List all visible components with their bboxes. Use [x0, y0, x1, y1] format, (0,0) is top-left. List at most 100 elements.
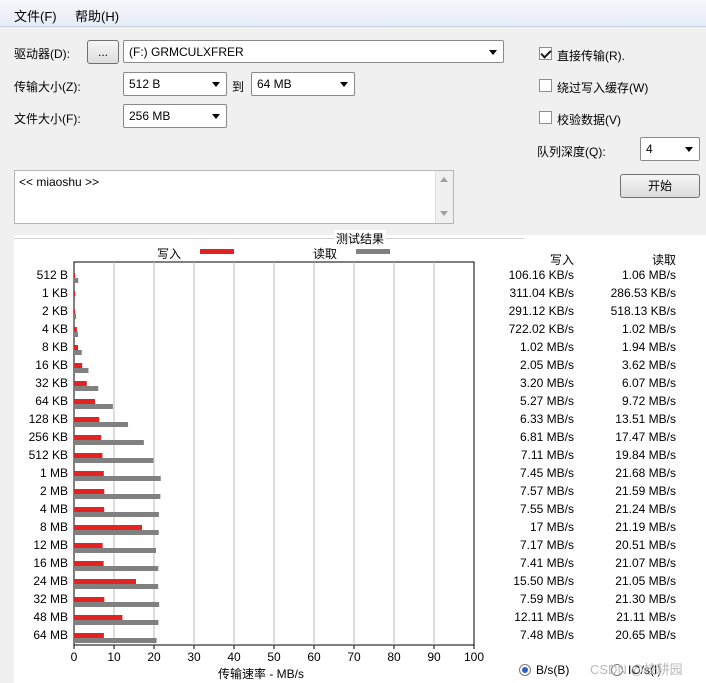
write-value: 12.11 MB/s — [514, 610, 574, 624]
watermark-text: CSDN @校耕园 — [590, 662, 683, 677]
write-bar — [74, 381, 87, 386]
x-tick-label: 50 — [267, 650, 281, 664]
write-bar — [74, 561, 104, 566]
x-tick-label: 80 — [387, 650, 401, 664]
write-value: 17 MB/s — [529, 520, 574, 534]
row-label: 2 MB — [39, 484, 68, 498]
write-value: 2.05 MB/s — [519, 358, 574, 372]
write-value: 7.41 MB/s — [519, 556, 574, 570]
read-value: 518.13 KB/s — [610, 304, 676, 318]
read-value: 21.11 MB/s — [616, 610, 676, 624]
read-bar — [74, 512, 159, 517]
row-label: 8 KB — [41, 340, 68, 354]
x-tick-label: 10 — [107, 650, 121, 664]
write-bar — [74, 327, 77, 332]
read-value: 13.51 MB/s — [615, 412, 676, 426]
write-bar — [74, 309, 76, 314]
write-value: 7.57 MB/s — [519, 484, 574, 498]
x-tick-label: 0 — [71, 650, 78, 664]
row-label: 64 KB — [35, 394, 68, 408]
read-bar — [74, 566, 159, 571]
read-bar — [74, 476, 161, 481]
read-bar — [74, 278, 79, 283]
write-value: 311.04 KB/s — [509, 286, 575, 300]
read-value: 21.07 MB/s — [615, 556, 676, 570]
row-label: 4 KB — [41, 322, 68, 336]
write-value: 3.20 MB/s — [519, 376, 574, 390]
read-bar — [74, 584, 159, 589]
row-label: 48 MB — [33, 610, 68, 624]
x-tick-label: 40 — [227, 650, 241, 664]
row-label: 4 MB — [39, 502, 68, 516]
row-label: 2 KB — [41, 304, 68, 318]
read-value: 21.19 MB/s — [615, 520, 676, 534]
read-value: 1.94 MB/s — [621, 340, 676, 354]
x-tick-label: 90 — [427, 650, 441, 664]
write-value: 7.11 MB/s — [520, 448, 574, 462]
read-bar — [74, 530, 159, 535]
write-bar — [74, 471, 104, 476]
write-bar — [74, 543, 103, 548]
read-value: 286.53 KB/s — [610, 286, 676, 300]
read-value: 21.05 MB/s — [615, 574, 676, 588]
x-tick-label: 70 — [347, 650, 361, 664]
read-bar — [74, 548, 157, 553]
write-value: 1.02 MB/s — [519, 340, 574, 354]
read-value: 1.02 MB/s — [621, 322, 676, 336]
write-bar — [74, 399, 96, 404]
write-bar — [74, 291, 76, 296]
read-value: 17.47 MB/s — [615, 430, 676, 444]
read-value: 21.30 MB/s — [615, 592, 676, 606]
read-value: 1.06 MB/s — [621, 268, 676, 282]
write-value: 722.02 KB/s — [508, 322, 574, 336]
write-bar — [74, 507, 105, 512]
x-axis-label: 传输速率 - MB/s — [218, 667, 304, 681]
row-label: 64 MB — [33, 628, 68, 642]
write-value: 15.50 MB/s — [513, 574, 574, 588]
row-label: 16 MB — [33, 556, 68, 570]
write-bar — [74, 597, 105, 602]
row-label: 32 MB — [33, 592, 68, 606]
row-label: 1 MB — [39, 466, 68, 480]
read-bar — [74, 458, 154, 463]
read-bar — [74, 602, 160, 607]
write-value: 106.16 KB/s — [508, 268, 574, 282]
read-bar — [74, 368, 89, 373]
x-tick-label: 20 — [147, 650, 161, 664]
row-label: 24 MB — [33, 574, 68, 588]
write-value: 6.81 MB/s — [519, 430, 574, 444]
read-value: 19.84 MB/s — [615, 448, 676, 462]
read-value: 9.72 MB/s — [621, 394, 676, 408]
row-label: 1 KB — [41, 286, 68, 300]
write-value: 7.17 MB/s — [519, 538, 574, 552]
unit-bps-radio[interactable] — [519, 664, 531, 676]
read-bar — [74, 350, 82, 355]
write-value: 7.45 MB/s — [519, 466, 574, 480]
read-value: 21.68 MB/s — [615, 466, 676, 480]
x-tick-label: 30 — [187, 650, 201, 664]
write-bar — [74, 579, 136, 584]
write-bar — [74, 615, 123, 620]
x-tick-label: 60 — [307, 650, 321, 664]
row-label: 128 KB — [28, 412, 68, 426]
read-value: 20.51 MB/s — [615, 538, 676, 552]
write-bar — [74, 489, 105, 494]
write-bar — [74, 435, 102, 440]
read-bar — [74, 386, 99, 391]
row-label: 12 MB — [33, 538, 68, 552]
write-value: 291.12 KB/s — [508, 304, 574, 318]
write-bar — [74, 453, 103, 458]
write-bar — [74, 417, 100, 422]
read-bar — [74, 638, 157, 643]
read-bar — [74, 296, 76, 301]
x-tick-label: 100 — [464, 650, 484, 664]
write-value: 7.55 MB/s — [519, 502, 574, 516]
write-value: 7.59 MB/s — [519, 592, 574, 606]
read-value: 6.07 MB/s — [621, 376, 676, 390]
read-value: 21.59 MB/s — [615, 484, 676, 498]
row-label: 32 KB — [35, 376, 68, 390]
read-bar — [74, 404, 113, 409]
row-label: 256 KB — [28, 430, 68, 444]
read-value: 3.62 MB/s — [621, 358, 676, 372]
write-bar — [74, 345, 79, 350]
